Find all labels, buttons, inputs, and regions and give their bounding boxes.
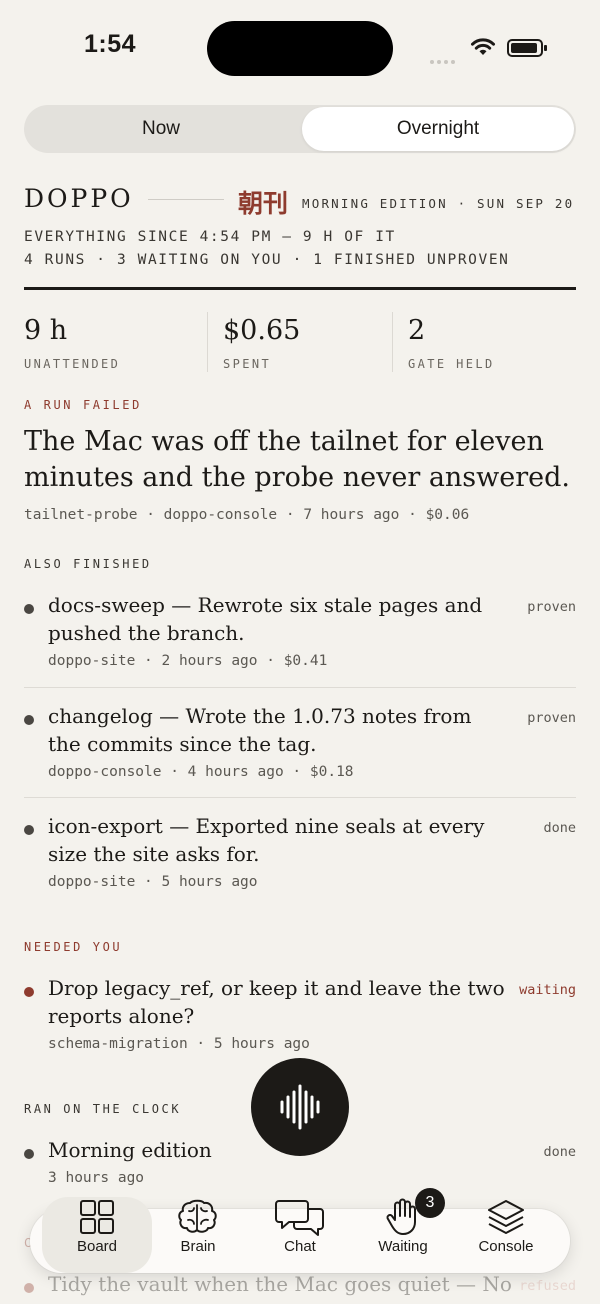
tab-console[interactable]: Console [454,1200,558,1273]
stat-unattended-value: 9 h [24,315,68,346]
tab-chat-label: Chat [284,1238,316,1255]
section-label-also-finished: ALSO FINISHED [24,557,152,571]
layers-icon [485,1197,527,1244]
status-badge: refused [519,1278,576,1294]
segment-now[interactable]: Now [24,105,298,153]
bullet-dot [24,987,34,997]
segmented-control: Now Overnight [24,105,576,153]
status-badge: done [543,820,576,836]
divider [24,797,576,798]
item-title: Drop legacy_ref, or keep it and leave th… [48,976,505,1028]
battery-icon [507,39,547,57]
item-meta: schema-migration · 5 hours ago [48,1036,310,1052]
masthead-kanji: 朝刊 [238,189,289,218]
masthead-summary-line2: 4 RUNS · 3 WAITING ON YOU · 1 FINISHED U… [24,252,510,268]
failed-run-meta: tailnet-probe · doppo-console · 7 hours … [24,507,470,523]
segment-overnight[interactable]: Overnight [302,107,574,151]
tab-brain-label: Brain [180,1238,216,1255]
board-grid-icon [77,1197,117,1242]
masthead-edition: MORNING EDITION · SUN SEP 20 [302,196,575,211]
waiting-count-badge: 3 [415,1188,445,1218]
brain-icon [176,1197,220,1242]
tab-bar: Board Brain Chat Waiting Console 3 [30,1188,570,1273]
tab-console-label: Console [478,1238,534,1255]
item-meta: doppo-site · 5 hours ago [48,874,258,890]
stat-gate-held-label: GATE HELD [408,357,495,371]
dynamic-island [207,21,393,76]
chat-bubbles-icon [275,1197,325,1242]
stat-unattended-label: UNATTENDED [24,357,121,371]
section-label-needed-you: NEEDED YOU [24,940,123,954]
masthead-divider [24,287,576,290]
status-time: 1:54 [84,30,137,58]
status-badge: done [543,1144,576,1160]
item-meta: doppo-site · 2 hours ago · $0.41 [48,653,328,669]
bullet-dot [24,825,34,835]
bullet-dot [24,604,34,614]
item-title: icon-export — Exported nine seals at eve… [48,814,485,866]
masthead-rule [148,199,224,200]
tab-chat[interactable]: Chat [248,1200,352,1273]
tab-board-label: Board [76,1238,118,1255]
divider [24,687,576,688]
stat-gate-held-value: 2 [408,315,426,346]
wifi-icon [470,37,496,62]
masthead-summary-line1: EVERYTHING SINCE 4:54 PM — 9 H OF IT [24,229,396,245]
voice-waveform-icon [280,1084,320,1130]
masthead-title: DOPPO [24,184,134,213]
stat-divider [392,312,393,372]
tab-waiting[interactable]: Waiting [351,1198,455,1273]
item-title: Tidy the vault when the Mac goes quiet —… [48,1272,512,1296]
tab-brain[interactable]: Brain [146,1199,250,1273]
failed-run-headline[interactable]: The Mac was off the tailnet for eleven m… [24,424,576,496]
bullet-dot [24,715,34,725]
tab-waiting-label: Waiting [378,1238,428,1255]
stat-spent-label: SPENT [223,357,272,371]
cellular-signal-icon [430,51,460,64]
section-label-failed: A RUN FAILED [24,398,142,412]
section-label-on-the-clock: RAN ON THE CLOCK [24,1102,182,1116]
status-badge: waiting [519,982,576,998]
item-meta: 3 hours ago [48,1170,145,1186]
voice-record-button[interactable] [251,1058,349,1156]
item-title: docs-sweep — Rewrote six stale pages and… [48,593,483,645]
item-title: changelog — Wrote the 1.0.73 notes from … [48,704,472,756]
bullet-dot [24,1283,34,1293]
stat-spent-value: $0.65 [223,315,301,346]
bullet-dot [24,1149,34,1159]
item-meta: doppo-console · 4 hours ago · $0.18 [48,764,354,780]
status-badge: proven [527,599,576,615]
tab-board[interactable]: Board [42,1197,152,1273]
stat-divider [207,312,208,372]
status-badge: proven [527,710,576,726]
